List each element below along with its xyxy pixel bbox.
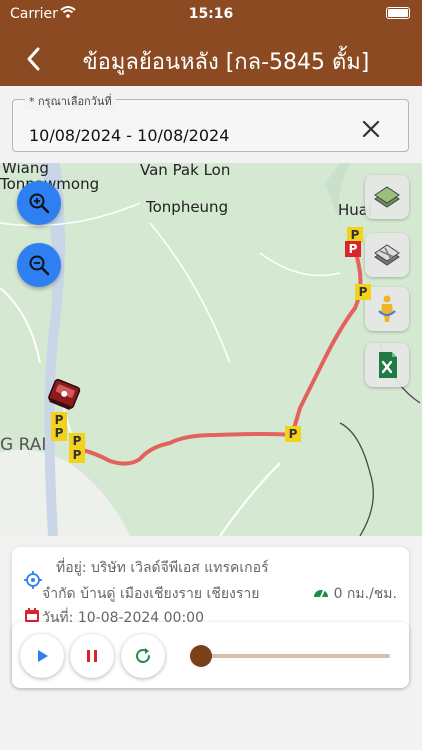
replay-button[interactable] bbox=[121, 634, 165, 678]
date-range-value: 10/08/2024 - 10/08/2024 bbox=[29, 126, 230, 145]
zoom-out-icon bbox=[29, 255, 50, 276]
vehicle-icon[interactable] bbox=[42, 377, 86, 417]
zoom-in-icon bbox=[29, 193, 50, 214]
parking-marker[interactable]: P bbox=[285, 426, 301, 442]
status-bar: Carrier 15:16 bbox=[0, 0, 422, 30]
close-icon[interactable] bbox=[360, 118, 382, 140]
street-layer-button[interactable] bbox=[365, 233, 409, 277]
back-chevron-icon[interactable] bbox=[20, 44, 50, 74]
place-label: Tonpheung bbox=[146, 198, 229, 216]
clock: 15:16 bbox=[188, 6, 234, 22]
satellite-map-icon bbox=[374, 186, 400, 208]
refresh-icon bbox=[136, 648, 150, 663]
pause-icon bbox=[87, 650, 97, 662]
app-header: ข้อมูลย้อนหลัง [กล-5845 ตั้ม] bbox=[0, 30, 422, 86]
address-line-2: จำกัด บ้านดู่ เมืองเชียงราย เชียงราย bbox=[42, 586, 260, 602]
speedometer-icon bbox=[314, 589, 328, 598]
play-icon bbox=[38, 650, 48, 662]
date-range-label: * กรุณาเลือกวันที่ bbox=[25, 92, 116, 110]
location-target-icon bbox=[24, 571, 42, 589]
map-view[interactable]: Van Pak Lon Tonpheung Wiang Tonpawmong H… bbox=[0, 163, 422, 536]
calendar-icon bbox=[25, 608, 39, 622]
play-button[interactable] bbox=[20, 634, 64, 678]
pause-button[interactable] bbox=[70, 634, 114, 678]
street-view-button[interactable] bbox=[365, 287, 409, 331]
pegman-icon bbox=[378, 295, 396, 322]
parking-marker[interactable]: P bbox=[345, 241, 361, 257]
playback-controls bbox=[12, 622, 409, 688]
address-line-1: ที่อยู่: บริษัท เวิลด์จีพีเอส แทรคเกอร์ bbox=[56, 560, 269, 576]
date-range-field[interactable]: * กรุณาเลือกวันที่ 10/08/2024 - 10/08/20… bbox=[12, 92, 409, 152]
excel-icon bbox=[379, 352, 397, 378]
parking-marker[interactable]: P bbox=[51, 425, 67, 441]
place-label: Van Pak Lon bbox=[140, 163, 231, 179]
parking-marker[interactable]: P bbox=[69, 447, 85, 463]
zoom-in-button[interactable] bbox=[17, 181, 61, 225]
page-title: ข้อมูลย้อนหลัง [กล-5845 ตั้ม] bbox=[82, 50, 370, 75]
export-excel-button[interactable] bbox=[365, 343, 409, 387]
slider-thumb[interactable] bbox=[189, 645, 212, 667]
place-label: G RAI bbox=[0, 435, 47, 455]
satellite-layer-button[interactable] bbox=[365, 175, 409, 219]
parking-marker[interactable]: P bbox=[355, 284, 371, 300]
zoom-out-button[interactable] bbox=[17, 243, 61, 287]
street-map-icon bbox=[374, 244, 400, 266]
playback-slider[interactable] bbox=[189, 645, 390, 667]
battery-icon bbox=[386, 7, 410, 19]
speed-readout: 0 กม./ชม. bbox=[333, 586, 397, 602]
